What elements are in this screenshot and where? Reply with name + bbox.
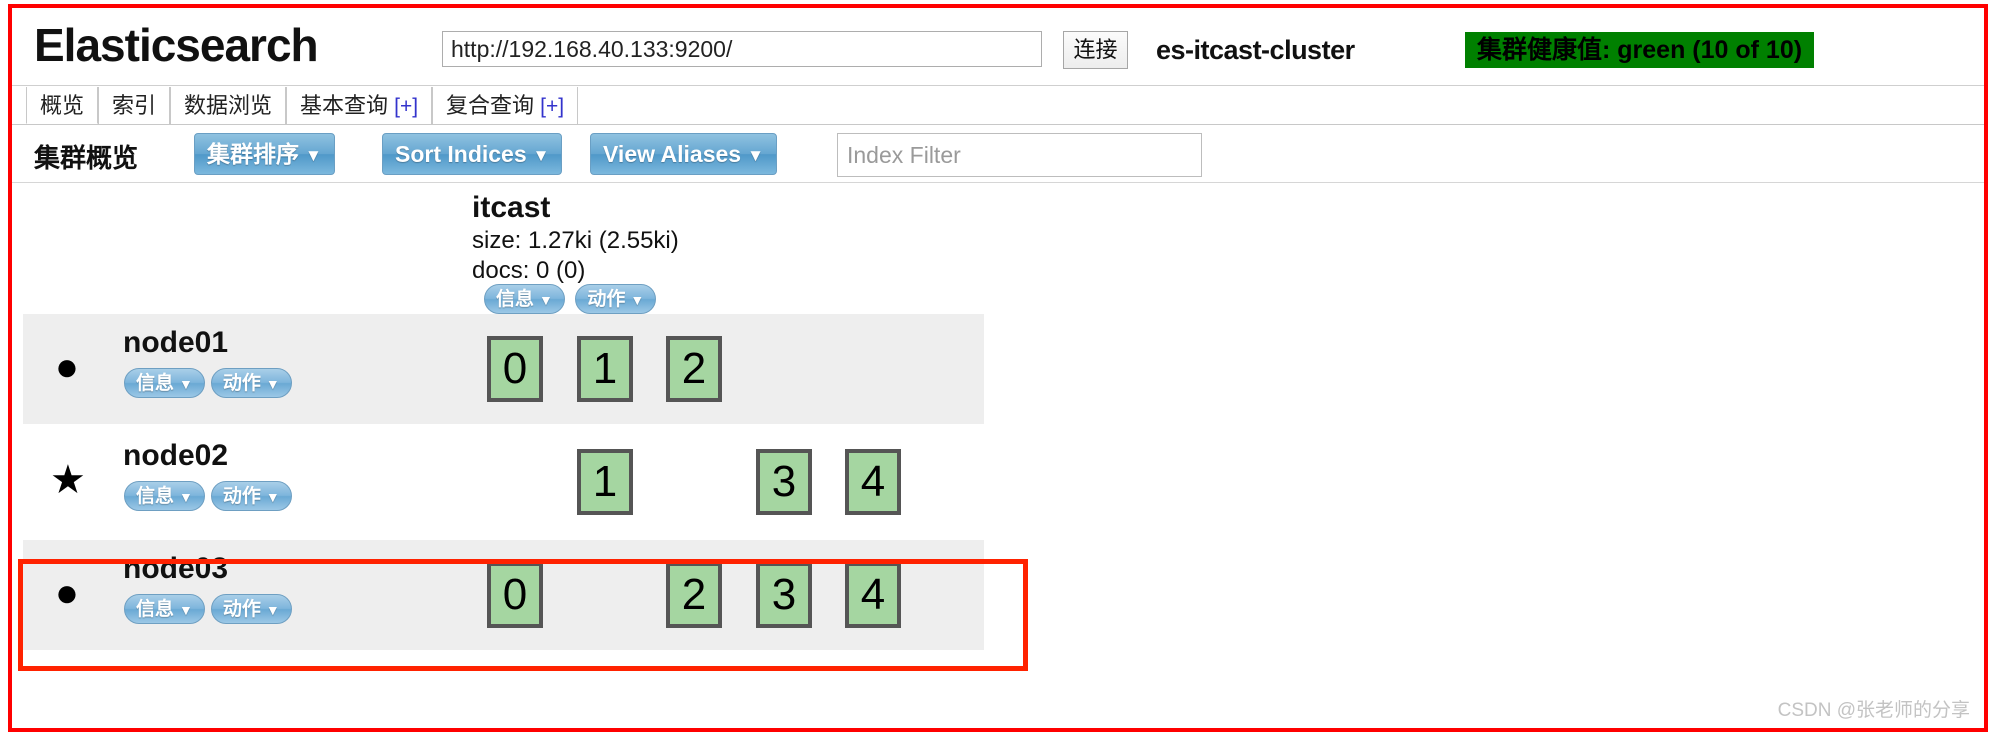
tab-label: 索引 bbox=[112, 93, 157, 118]
index-name: itcast bbox=[472, 191, 551, 224]
node-actions: 信息 ▼ 动作 ▼ bbox=[124, 368, 298, 398]
toolbar-button-3[interactable]: View Aliases ▼ bbox=[590, 133, 777, 175]
chevron-down-icon: ▼ bbox=[179, 376, 193, 392]
node-name-label: node02 bbox=[123, 439, 229, 472]
index-actions: 信息 ▼ 动作 ▼ bbox=[484, 284, 662, 314]
app-content: Elasticsearch 连接 es-itcast-cluster 集群健康值… bbox=[12, 8, 1984, 728]
node-circle-icon: ● bbox=[54, 571, 80, 615]
shard-cell[interactable]: 4 bbox=[845, 449, 901, 515]
toolbar-button-label: 集群排序 bbox=[207, 141, 299, 167]
tab-bar: 概览 索引 数据浏览 基本查询 [+] 复合查询 [+] bbox=[12, 87, 1984, 125]
cluster-url-input[interactable] bbox=[442, 31, 1042, 67]
node-action-button[interactable]: 动作 ▼ bbox=[210, 594, 292, 624]
chevron-down-icon: ▼ bbox=[265, 489, 280, 505]
index-info-label: 信息 bbox=[496, 289, 535, 310]
chevron-down-icon: ▼ bbox=[265, 376, 280, 392]
index-size: size: 1.27ki (2.55ki) bbox=[472, 227, 679, 254]
node-action-button-label: 动作 bbox=[222, 373, 261, 394]
node-action-button[interactable]: 动作 ▼ bbox=[210, 481, 292, 511]
chevron-down-icon: ▼ bbox=[747, 145, 764, 165]
index-column-header: itcast size: 1.27ki (2.55ki) docs: 0 (0) bbox=[472, 190, 722, 286]
node-info-button-label: 信息 bbox=[136, 486, 175, 507]
node-name-label: node03 bbox=[123, 552, 229, 585]
node-info-button[interactable]: 信息 ▼ bbox=[124, 368, 205, 398]
app-window: Elasticsearch 连接 es-itcast-cluster 集群健康值… bbox=[8, 4, 1988, 732]
shard-cell[interactable]: 0 bbox=[487, 562, 543, 628]
node-action-button-label: 动作 bbox=[222, 599, 261, 620]
tab-label: 复合查询 bbox=[446, 93, 541, 118]
shard-cell[interactable]: 2 bbox=[666, 562, 722, 628]
node-name-label: node01 bbox=[123, 326, 229, 359]
node-actions: 信息 ▼ 动作 ▼ bbox=[124, 594, 298, 624]
chevron-down-icon: ▼ bbox=[265, 602, 280, 618]
tab-label: 概览 bbox=[40, 93, 85, 118]
node-actions: 信息 ▼ 动作 ▼ bbox=[124, 481, 298, 511]
tab-4[interactable]: 基本查询 [+] bbox=[286, 87, 433, 124]
node-info-button-label: 信息 bbox=[136, 599, 175, 620]
shard-cell[interactable]: 4 bbox=[845, 562, 901, 628]
index-filter-input[interactable] bbox=[837, 133, 1202, 177]
shard-cell[interactable]: 1 bbox=[577, 336, 633, 402]
cluster-grid: itcast size: 1.27ki (2.55ki) docs: 0 (0)… bbox=[12, 184, 1984, 728]
node-info-button[interactable]: 信息 ▼ bbox=[124, 594, 205, 624]
chevron-down-icon: ▼ bbox=[305, 145, 322, 165]
cluster-name-label: es-itcast-cluster bbox=[1156, 35, 1355, 65]
chevron-down-icon: ▼ bbox=[630, 292, 645, 308]
index-action-label: 动作 bbox=[587, 289, 626, 310]
chevron-down-icon: ▼ bbox=[532, 145, 550, 165]
toolbar-button-2[interactable]: Sort Indices ▼ bbox=[382, 133, 563, 175]
node-action-button-label: 动作 bbox=[222, 486, 261, 507]
cluster-toolbar: 集群概览 集群排序 ▼ Sort Indices ▼ View Aliases ▼ bbox=[12, 125, 1984, 183]
tab-2[interactable]: 索引 bbox=[98, 87, 171, 124]
shard-cell[interactable]: 3 bbox=[756, 562, 812, 628]
toolbar-button-label: View Aliases bbox=[603, 141, 742, 167]
index-action-button[interactable]: 动作 ▼ bbox=[575, 284, 657, 314]
node-circle-icon: ● bbox=[54, 345, 80, 389]
shard-cell[interactable]: 3 bbox=[756, 449, 812, 515]
node-action-button[interactable]: 动作 ▼ bbox=[210, 368, 292, 398]
tab-label: 数据浏览 bbox=[184, 93, 273, 118]
cluster-health-badge: 集群健康值: green (10 of 10) bbox=[1465, 32, 1815, 68]
tab-3[interactable]: 数据浏览 bbox=[170, 87, 287, 124]
index-info-button[interactable]: 信息 ▼ bbox=[484, 284, 565, 314]
app-title: Elasticsearch bbox=[34, 19, 319, 71]
chevron-down-icon: ▼ bbox=[539, 292, 553, 308]
chevron-down-icon: ▼ bbox=[179, 602, 193, 618]
tab-expand-icon[interactable]: [+] bbox=[540, 95, 564, 118]
node-info-button-label: 信息 bbox=[136, 373, 175, 394]
tab-expand-icon[interactable]: [+] bbox=[394, 95, 418, 118]
shard-cell[interactable]: 1 bbox=[577, 449, 633, 515]
chevron-down-icon: ▼ bbox=[179, 489, 193, 505]
watermark-label: CSDN @张老师的分享 bbox=[1777, 700, 1970, 721]
index-docs: docs: 0 (0) bbox=[472, 257, 586, 284]
master-node-star-icon: ★ bbox=[50, 458, 86, 502]
shard-cell[interactable]: 2 bbox=[666, 336, 722, 402]
connect-button[interactable]: 连接 bbox=[1063, 31, 1128, 69]
tab-label: 基本查询 bbox=[300, 93, 395, 118]
node-row: ★ node02 信息 ▼ 动作 ▼ bbox=[23, 427, 984, 537]
shard-cell[interactable]: 0 bbox=[487, 336, 543, 402]
app-header: Elasticsearch 连接 es-itcast-cluster 集群健康值… bbox=[12, 8, 1984, 86]
tab-1[interactable]: 概览 bbox=[26, 87, 99, 124]
node-info-button[interactable]: 信息 ▼ bbox=[124, 481, 205, 511]
toolbar-button-1[interactable]: 集群排序 ▼ bbox=[194, 133, 335, 175]
toolbar-button-label: Sort Indices bbox=[395, 141, 527, 167]
tab-5[interactable]: 复合查询 [+] bbox=[432, 87, 579, 124]
cluster-overview-label: 集群概览 bbox=[34, 143, 139, 173]
